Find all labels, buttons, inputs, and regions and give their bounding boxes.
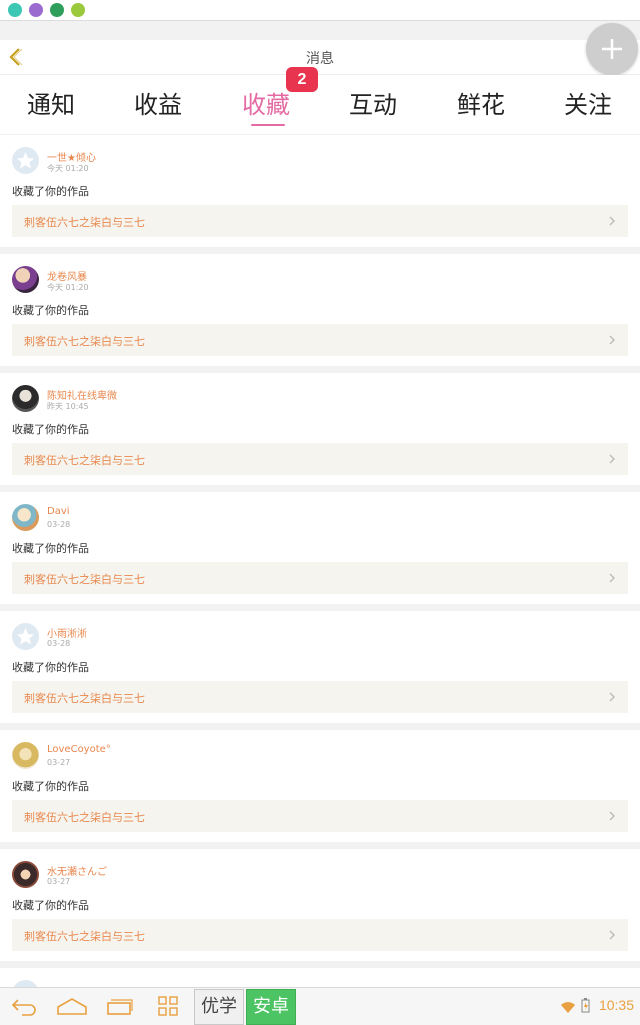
timestamp: 03-27 xyxy=(47,877,71,886)
action-text: 收藏了你的作品 xyxy=(12,185,89,198)
tab-follows[interactable]: 关注 xyxy=(538,85,638,120)
action-text: 收藏了你的作品 xyxy=(12,661,89,674)
list-item[interactable]: 水无瀬さんご 03-27 收藏了你的作品 刺客伍六七之柒白与三七 xyxy=(0,849,640,961)
action-text: 收藏了你的作品 xyxy=(12,304,89,317)
list-item[interactable]: LoveCoyote° 03-27 收藏了你的作品 刺客伍六七之柒白与三七 xyxy=(0,730,640,842)
work-title: 刺客伍六七之柒白与三七 xyxy=(24,216,145,229)
home-icon[interactable] xyxy=(56,996,88,1020)
list-item[interactable]: 小雨淅淅 03-28 收藏了你的作品 刺客伍六七之柒白与三七 xyxy=(0,611,640,723)
list-item[interactable]: 一世★倾心 今天 01:20 收藏了你的作品 刺客伍六七之柒白与三七 xyxy=(0,135,640,247)
chevron-right-icon xyxy=(609,692,615,702)
avatar[interactable] xyxy=(12,504,39,531)
clock: 10:35 xyxy=(598,997,634,1013)
avatar[interactable] xyxy=(12,623,39,650)
action-text: 收藏了你的作品 xyxy=(12,780,89,793)
list-item[interactable]: 龙卷风暴 今天 01:20 收藏了你的作品 刺客伍六七之柒白与三七 xyxy=(0,254,640,366)
timestamp: 昨天 10:45 xyxy=(47,402,89,411)
tab-earnings[interactable]: 收益 xyxy=(108,85,208,120)
list-item[interactable]: 陈知礼在线卑微 昨天 10:45 收藏了你的作品 刺客伍六七之柒白与三七 xyxy=(0,373,640,485)
avatar[interactable] xyxy=(12,861,39,888)
work-title: 刺客伍六七之柒白与三七 xyxy=(24,811,145,824)
work-link[interactable]: 刺客伍六七之柒白与三七 xyxy=(12,205,628,237)
tab-bar: 通知 收益 收藏 互动 鲜花 关注 xyxy=(0,75,640,134)
tab-interactions[interactable]: 互动 xyxy=(323,85,423,120)
grid-icon[interactable] xyxy=(158,996,178,1020)
user-name[interactable]: 陈知礼在线卑微 xyxy=(47,387,117,402)
chat-bubble-icon xyxy=(8,3,22,17)
timestamp: 今天 01:20 xyxy=(47,283,89,292)
app-chip-youxue[interactable]: 优学 xyxy=(194,989,244,1025)
work-link[interactable]: 刺客伍六七之柒白与三七 xyxy=(12,324,628,356)
android-icon xyxy=(71,3,85,17)
avatar[interactable] xyxy=(12,266,39,293)
user-name[interactable]: LoveCoyote° xyxy=(47,744,111,755)
user-name[interactable]: 小雨淅淅 xyxy=(47,625,87,640)
list-item-partial[interactable] xyxy=(0,968,640,988)
chevron-right-icon xyxy=(609,573,615,583)
chevron-right-icon xyxy=(609,454,615,464)
user-name[interactable]: 龙卷风暴 xyxy=(47,268,87,283)
work-link[interactable]: 刺客伍六七之柒白与三七 xyxy=(12,562,628,594)
add-button[interactable] xyxy=(586,23,638,75)
back-icon[interactable] xyxy=(10,996,38,1020)
work-title: 刺客伍六七之柒白与三七 xyxy=(24,930,145,943)
recent-apps-icon[interactable] xyxy=(106,996,134,1020)
chevron-right-icon xyxy=(609,930,615,940)
chevron-right-icon xyxy=(609,335,615,345)
system-nav-bar: 优学 安卓 10:35 xyxy=(0,987,640,1025)
work-link[interactable]: 刺客伍六七之柒白与三七 xyxy=(12,443,628,475)
tab-flowers[interactable]: 鲜花 xyxy=(431,85,531,120)
timestamp: 03-27 xyxy=(47,758,71,767)
download-icon xyxy=(50,3,64,17)
chevron-right-icon xyxy=(609,811,615,821)
work-link[interactable]: 刺客伍六七之柒白与三七 xyxy=(12,800,628,832)
action-text: 收藏了你的作品 xyxy=(12,423,89,436)
gear-icon xyxy=(29,3,43,17)
work-title: 刺客伍六七之柒白与三七 xyxy=(24,454,145,467)
star-icon xyxy=(17,152,34,169)
avatar[interactable] xyxy=(12,742,39,769)
work-title: 刺客伍六七之柒白与三七 xyxy=(24,692,145,705)
action-text: 收藏了你的作品 xyxy=(12,542,89,555)
timestamp: 03-28 xyxy=(47,639,71,648)
work-title: 刺客伍六七之柒白与三七 xyxy=(24,573,145,586)
active-tab-indicator xyxy=(251,124,285,126)
user-name[interactable]: 一世★倾心 xyxy=(47,149,96,164)
tab-notifications[interactable]: 通知 xyxy=(1,85,101,120)
timestamp: 今天 01:20 xyxy=(47,164,89,173)
work-title: 刺客伍六七之柒白与三七 xyxy=(24,335,145,348)
action-text: 收藏了你的作品 xyxy=(12,899,89,912)
wifi-icon xyxy=(560,999,576,1018)
list-item[interactable]: Davi 03-28 收藏了你的作品 刺客伍六七之柒白与三七 xyxy=(0,492,640,604)
unread-badge: 2 xyxy=(286,67,318,92)
battery-icon xyxy=(581,998,590,1017)
app-chip-anzhuo[interactable]: 安卓 xyxy=(246,989,296,1025)
user-name[interactable]: 水无瀬さんご xyxy=(47,863,107,878)
work-link[interactable]: 刺客伍六七之柒白与三七 xyxy=(12,681,628,713)
page-title: 消息 xyxy=(306,51,334,67)
chevron-right-icon xyxy=(609,216,615,226)
header: 消息 xyxy=(0,40,640,75)
star-icon xyxy=(17,628,34,645)
avatar[interactable] xyxy=(12,147,39,174)
avatar[interactable] xyxy=(12,385,39,412)
timestamp: 03-28 xyxy=(47,520,71,529)
status-bar xyxy=(0,0,640,21)
user-name[interactable]: Davi xyxy=(47,506,70,517)
work-link[interactable]: 刺客伍六七之柒白与三七 xyxy=(12,919,628,951)
